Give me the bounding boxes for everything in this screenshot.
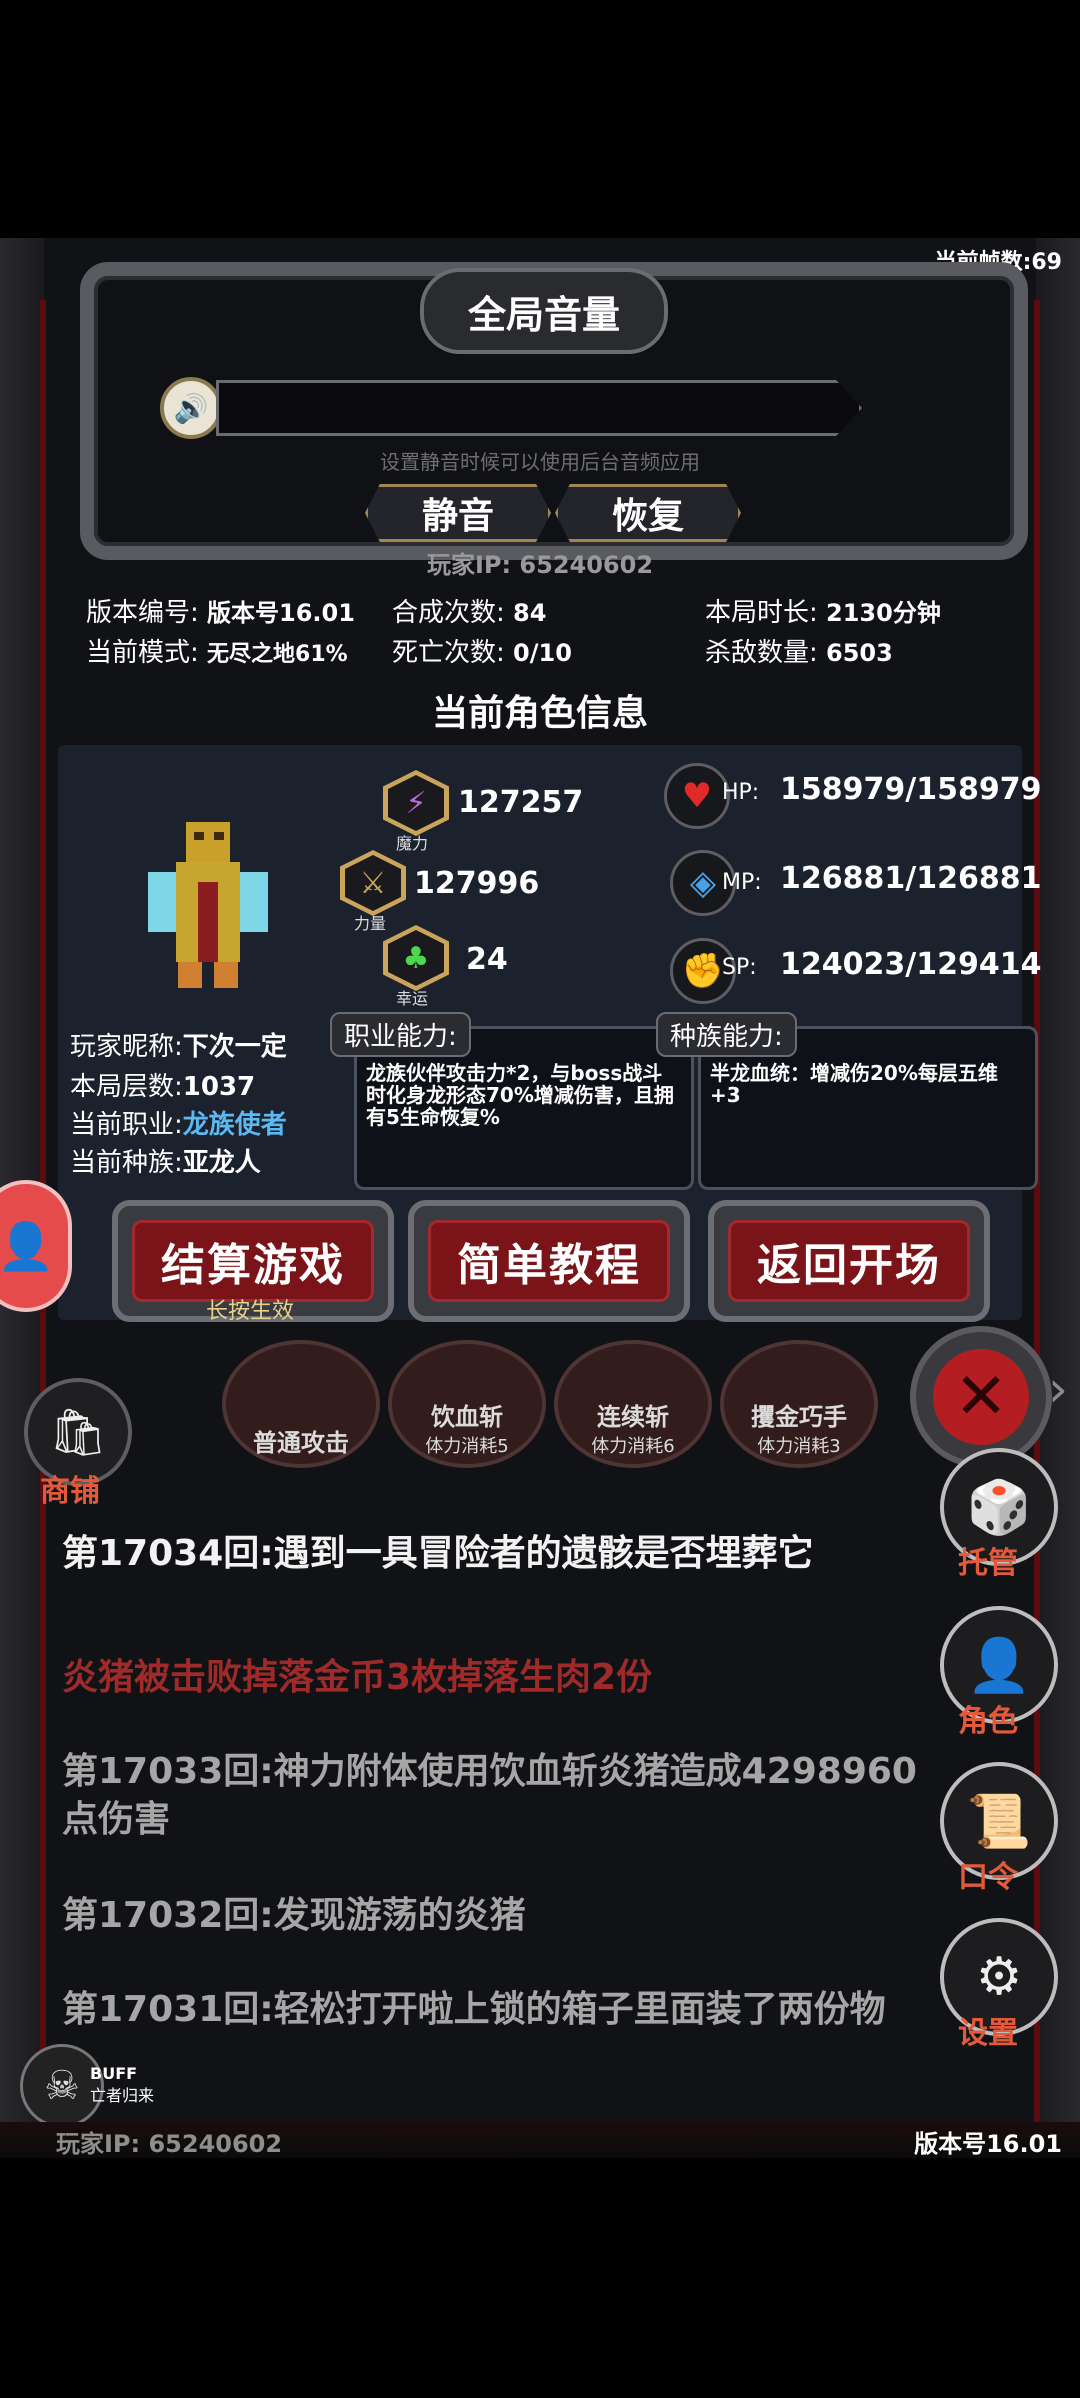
luck-value: 24: [466, 942, 508, 977]
sp-label: SP:: [722, 955, 757, 980]
hp-label: HP:: [722, 780, 760, 805]
strength-value: 127996: [414, 866, 540, 901]
close-button[interactable]: ✕: [910, 1326, 1052, 1468]
return-start-label: 返回开场: [728, 1220, 970, 1302]
settle-note: 长按生效: [205, 1299, 294, 1324]
job-label: 当前职业:: [70, 1110, 183, 1140]
version-stat: 版本编号: 版本号16.01: [86, 592, 355, 629]
role-label: 角色: [958, 1704, 1018, 1739]
log-entry: 炎猪被击败掉落金币3枚掉落生肉2份: [62, 1657, 653, 1698]
kills-value: 6503: [826, 639, 893, 667]
sp-value: 124023/129414: [780, 947, 1042, 982]
strength-label: 力量: [354, 914, 387, 933]
kills-label: 杀敌数量:: [705, 638, 818, 668]
version-label: 版本编号:: [86, 598, 199, 628]
speaker-icon[interactable]: 🔊: [160, 377, 222, 439]
skill-name: 普通攻击: [253, 1429, 349, 1457]
buff-subtitle: 亡者归来: [90, 2086, 155, 2105]
skill-normal-attack[interactable]: 普通攻击: [222, 1340, 380, 1468]
auto-label: 托管: [958, 1546, 1018, 1581]
character-sprite: [138, 822, 278, 992]
restore-button[interactable]: 恢复: [555, 484, 741, 542]
tutorial-button[interactable]: 简单教程: [408, 1200, 690, 1322]
version-value: 版本号16.01: [207, 599, 355, 627]
volume-hint: 设置静音时候可以使用后台音频应用: [380, 450, 700, 474]
race-row: 当前种族:亚龙人: [70, 1142, 261, 1179]
buff-title: BUFF: [90, 2064, 138, 2083]
floor-row: 本局层数:1037: [70, 1066, 255, 1103]
player-ip-top: 玩家IP: 65240602: [426, 551, 654, 579]
floor-value: 1037: [182, 1072, 256, 1102]
death-label: 死亡次数:: [392, 638, 505, 668]
log-entry: 第17033回:神力附体使用饮血斩炎猪造成4298960点伤害: [62, 1751, 917, 1840]
job-ability-tag: 职业能力:: [330, 1012, 471, 1057]
hp-value: 158979/158979: [780, 772, 1042, 807]
heart-icon: ♥: [664, 763, 730, 829]
skill-name: 攫金巧手: [751, 1403, 847, 1431]
skill-name: 连续斩: [597, 1403, 669, 1431]
skill-gold-hand[interactable]: 攫金巧手 体力消耗3: [720, 1340, 878, 1468]
job-row: 当前职业:龙族使者: [70, 1104, 287, 1141]
floor-label: 本局层数:: [70, 1072, 183, 1102]
mode-stat: 当前模式: 无尽之地61%: [86, 632, 348, 669]
footer-version: 版本号16.01: [914, 2130, 1062, 2158]
synth-label: 合成次数:: [392, 598, 505, 628]
magic-label: 魔力: [396, 834, 429, 853]
mp-label: MP:: [722, 870, 762, 895]
settle-game-label: 结算游戏: [132, 1220, 374, 1302]
shop-label: 商铺: [40, 1474, 100, 1509]
log-entry: 第17032回:发现游荡的炎猪: [62, 1895, 526, 1936]
luck-label: 幸运: [396, 989, 429, 1008]
duration-value: 2130分钟: [826, 599, 941, 627]
nickname-row: 玩家昵称:下次一定: [70, 1026, 287, 1063]
log-entry: 第17034回:遇到一具冒险者的遗骸是否埋葬它: [62, 1533, 814, 1574]
skill-blood-slash[interactable]: 饮血斩 体力消耗5: [388, 1340, 546, 1468]
footer-player-ip: 玩家IP: 65240602: [56, 2130, 283, 2158]
race-label: 当前种族:: [70, 1148, 183, 1178]
race-value: 亚龙人: [182, 1148, 261, 1178]
code-label: 口令: [958, 1860, 1018, 1895]
job-value: 龙族使者: [182, 1110, 287, 1140]
synth-value: 84: [513, 599, 547, 627]
mode-value: 无尽之地61%: [207, 642, 348, 667]
volume-slider[interactable]: [216, 380, 862, 436]
user-avatar-icon[interactable]: 👤: [0, 1180, 72, 1312]
tutorial-label: 简单教程: [428, 1220, 670, 1302]
close-icon: ✕: [933, 1349, 1029, 1445]
race-ability-tag: 种族能力:: [656, 1012, 797, 1057]
race-ability-text: 半龙血统：增减伤20%每层五维+3: [710, 1061, 998, 1107]
death-stat: 死亡次数: 0/10: [392, 632, 572, 669]
character-section-title: 当前角色信息: [431, 693, 648, 734]
settings-label: 设置: [958, 2016, 1018, 2051]
skill-cost: 体力消耗5: [425, 1436, 509, 1457]
duration-stat: 本局时长: 2130分钟: [705, 592, 941, 629]
skill-name: 饮血斩: [431, 1403, 503, 1431]
frame-border-right: [1036, 238, 1080, 2158]
skill-cost: 体力消耗6: [591, 1436, 675, 1457]
death-value: 0/10: [513, 639, 572, 667]
return-start-button[interactable]: 返回开场: [708, 1200, 990, 1322]
volume-title: 全局音量: [467, 293, 620, 337]
skill-combo-slash[interactable]: 连续斩 体力消耗6: [554, 1340, 712, 1468]
log-entry: 第17031回:轻松打开啦上锁的箱子里面装了两份物: [62, 1989, 886, 2030]
synth-stat: 合成次数: 84: [392, 592, 546, 629]
chevron-right-icon[interactable]: ›: [1048, 1360, 1068, 1418]
mute-button[interactable]: 静音: [365, 484, 551, 542]
job-ability-text: 龙族伙伴攻击力*2，与boss战斗时化身龙形态70%增减伤害，且拥有5生命恢复%: [366, 1061, 674, 1129]
nickname-label: 玩家昵称:: [70, 1032, 183, 1062]
kills-stat: 杀敌数量: 6503: [705, 632, 893, 669]
mode-label: 当前模式:: [86, 638, 199, 668]
duration-label: 本局时长:: [705, 598, 818, 628]
magic-value: 127257: [458, 785, 584, 820]
mp-value: 126881/126881: [780, 861, 1042, 896]
nickname-value: 下次一定: [182, 1032, 287, 1062]
skill-cost: 体力消耗3: [757, 1436, 841, 1457]
